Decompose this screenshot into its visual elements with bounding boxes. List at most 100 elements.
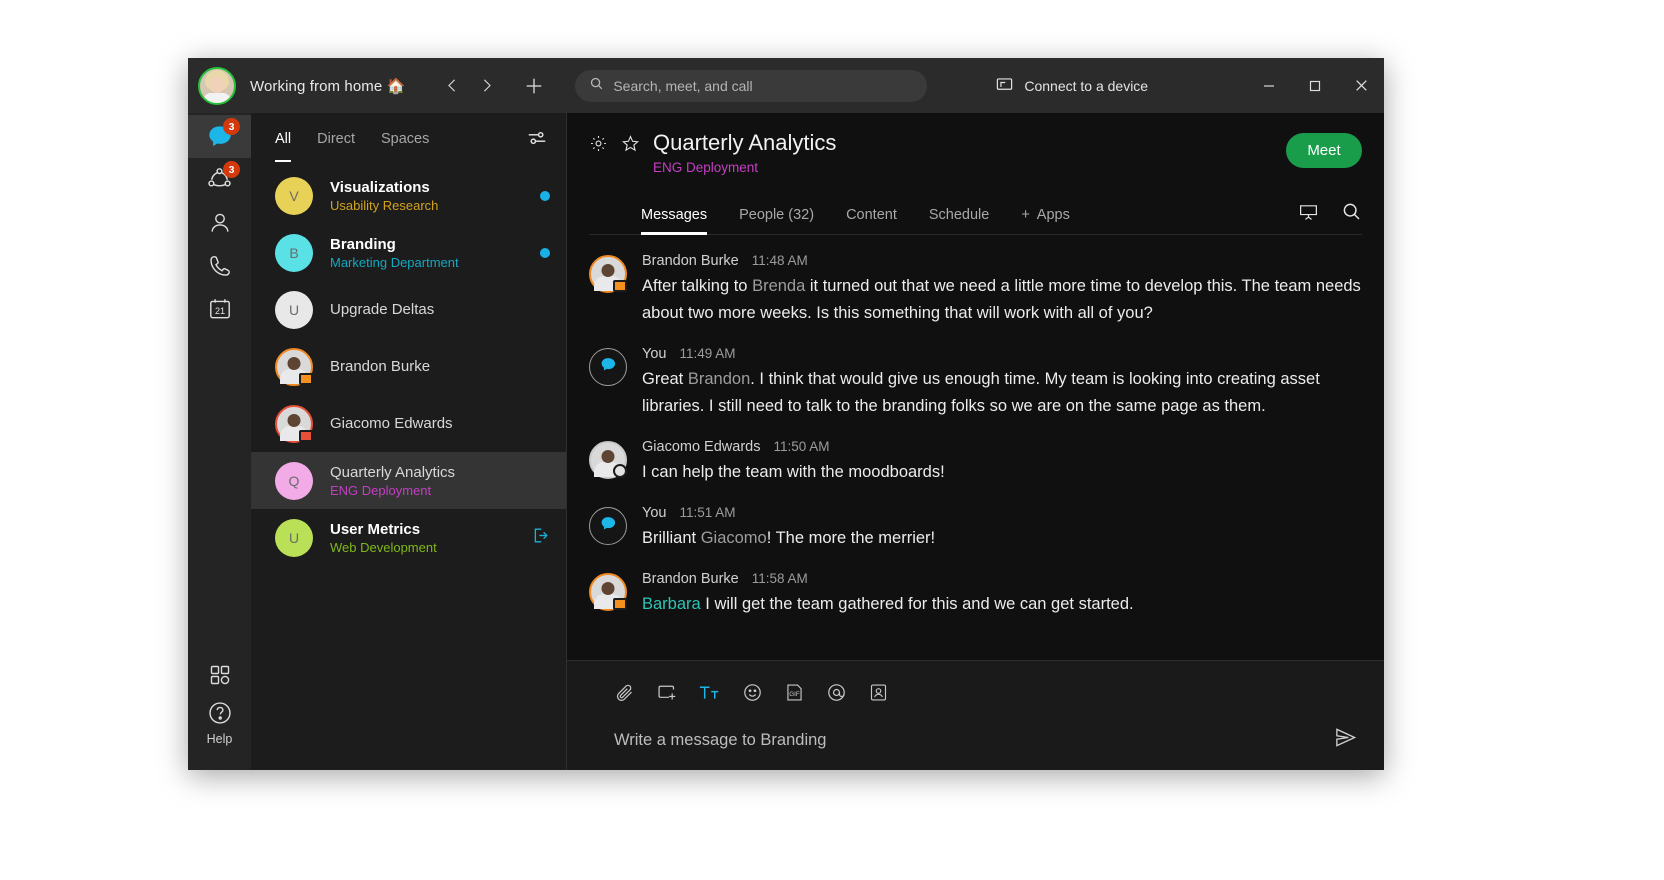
tab-schedule[interactable]: Schedule [929,207,989,234]
tab-add-apps[interactable]: + Apps [1021,207,1070,234]
mention-icon[interactable] [826,682,847,703]
close-button[interactable] [1338,58,1384,113]
connect-to-device-button[interactable]: Connect to a device [995,75,1148,97]
conversation-row-visualizations[interactable]: V Visualizations Usability Research [251,167,566,224]
contact-card-icon[interactable] [868,682,889,703]
mention-brandon[interactable]: Brandon [688,370,750,388]
send-icon[interactable] [1334,726,1362,754]
message-avatar-you[interactable] [589,507,627,545]
message-item: Brandon Burke 11:58 AM Barbara I will ge… [589,571,1362,618]
conversation-row-user-metrics[interactable]: U User Metrics Web Development [251,509,566,566]
list-tab-spaces[interactable]: Spaces [381,131,429,149]
list-tab-all[interactable]: All [275,131,292,162]
back-button[interactable] [437,71,467,101]
avatar-head [287,356,301,370]
search-icon[interactable] [1341,201,1362,227]
presence-status-text[interactable]: Working from home 🏠 [250,77,405,95]
mention-giacomo[interactable]: Giacomo [701,529,767,547]
list-tab-direct[interactable]: Direct [317,131,355,149]
svg-text:21: 21 [214,305,224,315]
message-composer: GIF Write a message to Branding [567,660,1384,770]
new-item-button[interactable] [519,71,549,101]
conversation-row-quarterly-analytics[interactable]: Q Quarterly Analytics ENG Deployment [251,452,566,509]
minimize-button[interactable] [1246,58,1292,113]
app-body: 3 3 21 Help All Direct Spaces V Visualiz… [188,113,1384,770]
tab-people[interactable]: People (32) [739,207,814,234]
meet-button[interactable]: Meet [1286,133,1362,168]
unread-indicator [540,247,550,258]
message-item: Giacomo Edwards 11:50 AM I can help the … [589,439,1362,486]
avatar-initial: V [289,187,299,204]
message-text: I can help the team with the moodboards! [642,463,945,481]
tab-messages[interactable]: Messages [641,207,708,235]
message-avatar[interactable] [589,255,627,293]
conversation-text: Giacomo Edwards [330,414,453,433]
leave-space-icon[interactable] [531,526,550,550]
conversation-row-brandon-burke[interactable]: Brandon Burke [251,338,566,395]
space-avatar: Q [275,461,313,500]
rail-item-messaging[interactable]: 3 [188,115,251,158]
filter-icon[interactable] [526,127,548,154]
text-run: ! The more the merrier! [766,529,936,547]
search-input[interactable]: Search, meet, and call [575,69,928,102]
message-list[interactable]: Brandon Burke 11:48 AM After talking to … [567,235,1384,660]
rail-item-help[interactable] [188,696,251,730]
help-label: Help [206,732,233,746]
presence-badge-video [299,372,313,385]
message-avatar[interactable] [589,573,627,611]
person-avatar [275,347,313,386]
title-bar: Working from home 🏠 Search, meet, and ca… [188,58,1384,113]
my-avatar[interactable] [198,66,236,105]
gear-icon[interactable] [589,134,608,158]
space-title: Quarterly Analytics [653,130,837,155]
message-text: Brilliant Giacomo! The more the merrier! [642,525,1362,552]
conversation-row-upgrade-deltas[interactable]: U Upgrade Deltas [251,281,566,338]
conversation-row-branding[interactable]: B Branding Marketing Department [251,224,566,281]
text-run: I will get the team gathered for this an… [700,595,1134,613]
rail-item-teams[interactable]: 3 [188,158,251,201]
attach-icon[interactable] [614,682,635,703]
maximize-button[interactable] [1292,58,1338,113]
tab-apps-label: Apps [1036,207,1070,223]
rail-item-calling[interactable] [188,244,251,287]
forward-button[interactable] [471,71,501,101]
rail-item-contacts[interactable] [188,201,251,244]
phone-icon [209,255,230,276]
space-header-top: Quarterly Analytics ENG Deployment [589,129,1362,177]
composer-toolbar: GIF [589,675,1362,709]
message-meta: You 11:49 AM [642,346,1362,362]
tab-content[interactable]: Content [846,207,897,234]
mention-barbara[interactable]: Barbara [642,595,701,613]
plus-icon: + [1021,207,1030,223]
avatar-initial: Q [288,472,300,489]
conversation-list: All Direct Spaces V Visualizations Usabi… [251,113,567,770]
message-meta: Brandon Burke 11:48 AM [642,253,1362,269]
conversation-text: Upgrade Deltas [330,300,434,319]
message-item: You 11:51 AM Brilliant Giacomo! The more… [589,505,1362,552]
whiteboard-icon[interactable] [1298,201,1319,227]
conversation-text: Brandon Burke [330,357,430,376]
mention-brenda[interactable]: Brenda [752,277,805,295]
screen-share-icon[interactable] [656,682,677,703]
avatar-head [601,582,615,595]
text-format-icon[interactable] [698,682,721,703]
space-avatar: B [275,233,313,272]
avatar-body [203,92,231,103]
message-avatar[interactable] [589,441,627,479]
conversation-subtitle: ENG Deployment [330,482,432,498]
rail-item-meetings[interactable]: 21 [188,287,251,330]
space-title-group: Quarterly Analytics ENG Deployment [653,129,836,177]
message-body: You 11:49 AM Great Brandon. I think that… [642,346,1362,420]
rail-item-apps[interactable] [188,653,251,696]
emoji-icon[interactable] [742,682,763,703]
gif-icon[interactable]: GIF [784,682,805,703]
avatar-initial: U [288,301,300,318]
conversation-title: Quarterly Analytics [330,463,456,481]
message-input[interactable]: Write a message to Branding [614,731,826,750]
message-time: 11:49 AM [679,346,736,361]
message-avatar-you[interactable] [589,348,627,386]
conversation-row-giacomo-edwards[interactable]: Giacomo Edwards [251,395,566,452]
star-icon[interactable] [621,134,640,158]
message-author: Giacomo Edwards [642,439,761,455]
message-bubble-icon [600,356,617,378]
